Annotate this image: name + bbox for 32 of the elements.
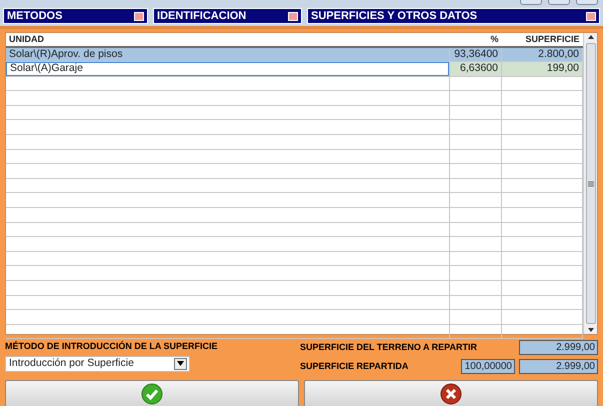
scroll-down-icon[interactable] (586, 326, 594, 334)
table-cell[interactable]: 6,63600 (450, 62, 502, 76)
field-label: SUPERFICIE DEL TERRENO A REPARTIR (300, 340, 478, 354)
table-cell[interactable]: 93,36400 (450, 47, 502, 62)
method-dropdown[interactable]: Introducción por Superficie (5, 356, 190, 372)
section-title: IDENTIFICACION (157, 8, 246, 24)
field-label: MÉTODO DE INTRODUCCIÓN DE LA SUPERFICIE (5, 340, 219, 353)
close-icon (440, 383, 462, 405)
table-cell[interactable]: Solar\(A)Garaje (6, 62, 450, 76)
scroll-up-icon[interactable] (586, 33, 594, 41)
section-title: METODOS (7, 8, 62, 24)
table-cell[interactable]: 199,00 (502, 62, 582, 76)
collapse-icon[interactable] (586, 12, 596, 20)
accept-button[interactable] (5, 380, 299, 406)
grip-icon (588, 180, 594, 186)
table-cell[interactable]: Solar\(R)Aprov. de pisos (6, 47, 450, 62)
section-header-bar[interactable]: METODOS (3, 8, 148, 24)
section-title: SUPERFICIES Y OTROS DATOS (311, 8, 478, 24)
value-field: 2.999,00 (519, 340, 598, 355)
value-field: 100,00000 (461, 359, 515, 374)
check-icon (141, 383, 163, 405)
value-field: 2.999,00 (519, 359, 598, 374)
section-header-bar[interactable]: IDENTIFICACION (153, 8, 302, 24)
scrollbar[interactable] (583, 33, 597, 334)
field-label: SUPERFICIE REPARTIDA (300, 360, 410, 373)
cancel-button[interactable] (304, 380, 598, 406)
collapse-icon[interactable] (288, 12, 298, 20)
collapse-icon[interactable] (134, 12, 144, 20)
table-cell[interactable]: 2.800,00 (502, 47, 582, 62)
section-header-bar[interactable]: SUPERFICIES Y OTROS DATOS (307, 8, 600, 24)
dropdown-arrow-icon (177, 361, 184, 366)
scroll-thumb[interactable] (586, 43, 596, 324)
